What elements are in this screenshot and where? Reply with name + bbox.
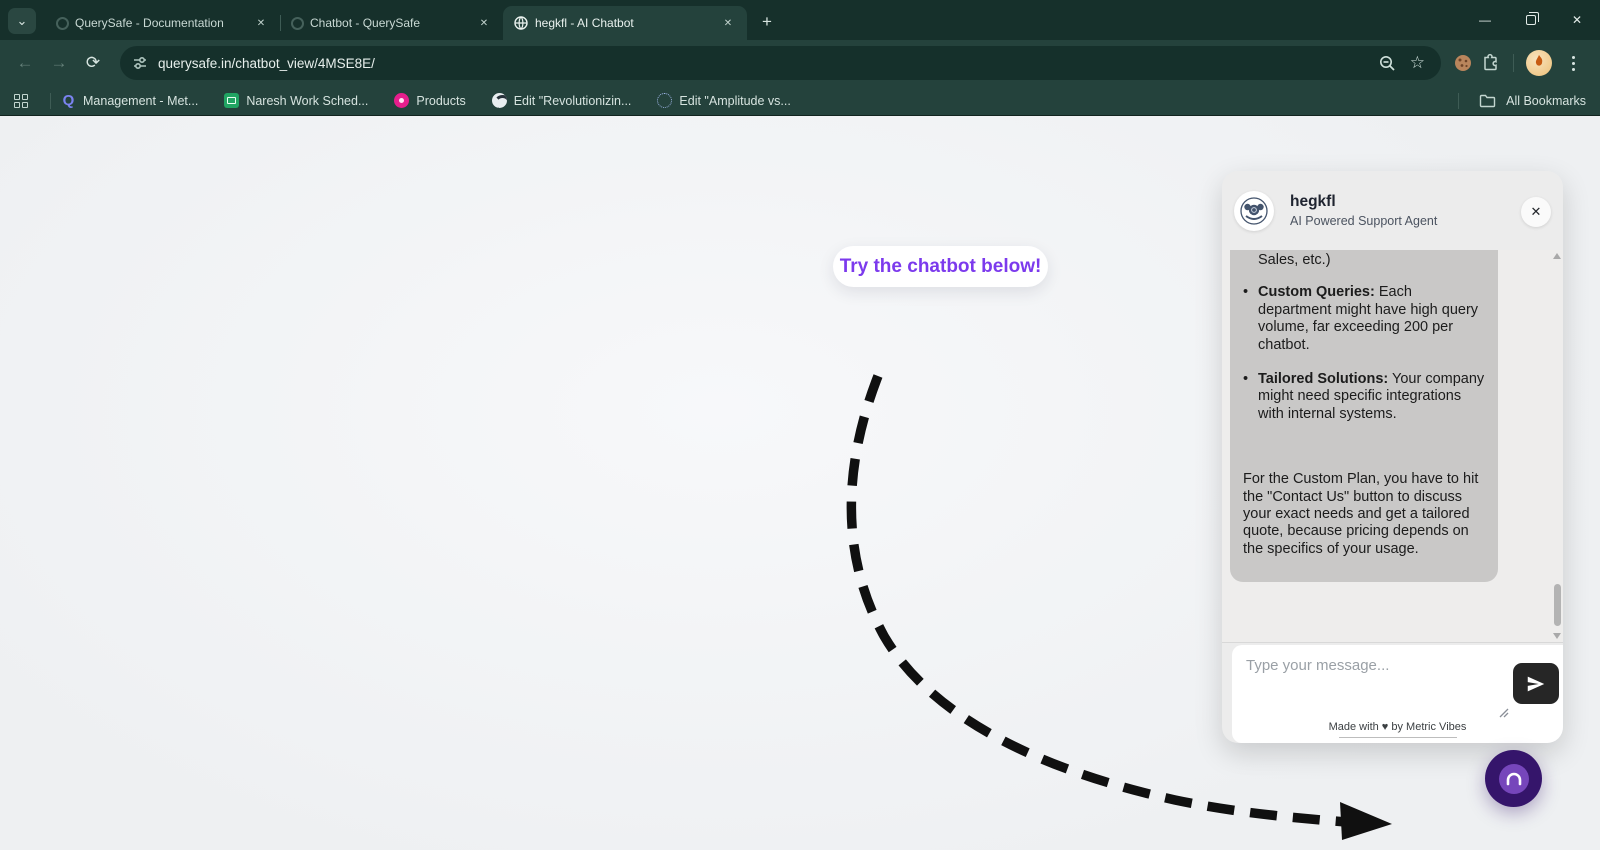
folder-icon xyxy=(1479,94,1496,108)
bullet-lead: Tailored Solutions: xyxy=(1258,370,1389,387)
browser-toolbar: ← → ⟳ querysafe.in/chatbot_view/4MSE8E/ … xyxy=(0,40,1600,86)
send-button[interactable] xyxy=(1513,663,1559,704)
back-button[interactable]: ← xyxy=(10,48,40,78)
cookie-icon[interactable] xyxy=(1453,53,1473,73)
close-tab-icon[interactable]: ✕ xyxy=(475,14,493,32)
message-bullet: Tailored Solutions: Your company might n… xyxy=(1243,371,1485,423)
apps-grid-icon[interactable] xyxy=(14,93,28,108)
tabs-container: QuerySafe - Documentation ✕ Chatbot - Qu… xyxy=(0,0,781,40)
bookmark-edit-revolutionizing[interactable]: Edit "Revolutionizin... xyxy=(491,93,632,108)
bookmarks-bar: Q Management - Met... Naresh Work Sched.… xyxy=(0,86,1600,116)
url-text[interactable]: querysafe.in/chatbot_view/4MSE8E/ xyxy=(158,56,1378,71)
bookmark-pink-icon xyxy=(394,93,410,108)
message-bullet-list: Custom Queries: Each department might ha… xyxy=(1243,284,1485,423)
robot-icon xyxy=(1240,196,1268,225)
chat-messages-area[interactable]: Sales, etc.) Custom Queries: Each depart… xyxy=(1222,250,1563,643)
forward-button[interactable]: → xyxy=(44,48,74,78)
bookmark-label: Products xyxy=(416,93,466,108)
toolbar-divider xyxy=(1513,54,1514,72)
chat-title: hegkfl xyxy=(1290,193,1336,210)
omnibox-actions: ☆ xyxy=(1378,53,1429,73)
bookmark-naresh-work-sched[interactable]: Naresh Work Sched... xyxy=(224,93,368,108)
bookmark-edit-amplitude[interactable]: Edit "Amplitude vs... xyxy=(657,93,791,108)
bookmark-label: Management - Met... xyxy=(83,93,199,108)
bookmark-dotted-icon xyxy=(657,93,673,108)
message-paragraph: For the Custom Plan, you have to hit the… xyxy=(1243,471,1479,557)
toolbar-right xyxy=(1449,50,1590,76)
tab-search-button[interactable]: ⌄ xyxy=(8,8,36,34)
scrollbar-thumb[interactable] xyxy=(1554,584,1561,626)
bookmark-management[interactable]: Q Management - Met... xyxy=(61,92,199,109)
all-bookmarks[interactable]: All Bookmarks xyxy=(1448,92,1586,109)
browser-window: ⌄ QuerySafe - Documentation ✕ Chatbot - … xyxy=(0,0,1600,850)
page-content: Try the chatbot below! hegkfl AI Powered… xyxy=(0,116,1600,850)
scroll-down-icon[interactable] xyxy=(1553,633,1561,639)
extensions-puzzle-icon[interactable] xyxy=(1481,53,1501,73)
footer-underline xyxy=(1338,737,1457,738)
callout-text: Try the chatbot below! xyxy=(839,255,1042,277)
callout-pill: Try the chatbot below! xyxy=(833,246,1048,287)
bookmarks-divider xyxy=(1458,92,1460,109)
bot-message-bubble: Sales, etc.) Custom Queries: Each depart… xyxy=(1230,250,1498,583)
tab-title: QuerySafe - Documentation xyxy=(75,16,224,30)
new-tab-button[interactable]: + xyxy=(753,8,781,36)
bookmarks-divider xyxy=(50,92,51,109)
chat-footer-text[interactable]: Made with ♥ by Metric Vibes xyxy=(1232,721,1563,733)
bookmark-label: Edit "Amplitude vs... xyxy=(679,93,791,108)
close-tab-icon[interactable]: ✕ xyxy=(252,14,270,32)
window-controls: — ✕ xyxy=(1462,0,1600,40)
bookmark-label: Edit "Revolutionizin... xyxy=(513,93,632,108)
resize-grip-icon[interactable] xyxy=(1497,705,1509,718)
chat-fab-button[interactable] xyxy=(1485,750,1542,807)
chat-input-card: Made with ♥ by Metric Vibes xyxy=(1232,645,1563,743)
tab-querysafe-documentation[interactable]: QuerySafe - Documentation ✕ xyxy=(46,6,280,40)
address-bar[interactable]: querysafe.in/chatbot_view/4MSE8E/ ☆ xyxy=(120,46,1441,80)
profile-avatar[interactable] xyxy=(1526,50,1552,76)
globe-favicon-icon xyxy=(513,15,529,31)
site-settings-icon[interactable] xyxy=(132,55,148,71)
tab-chatbot-querysafe[interactable]: Chatbot - QuerySafe ✕ xyxy=(281,6,503,40)
zoom-out-page-icon[interactable] xyxy=(1378,54,1396,72)
chat-subtitle: AI Powered Support Agent xyxy=(1290,214,1438,228)
close-tab-icon[interactable]: ✕ xyxy=(719,14,737,32)
chat-fab-inner xyxy=(1498,763,1529,794)
tab-favicon xyxy=(291,16,304,30)
all-bookmarks-label: All Bookmarks xyxy=(1506,93,1586,108)
send-icon xyxy=(1527,676,1545,691)
message-bullet: Custom Queries: Each department might ha… xyxy=(1243,284,1485,354)
bullet-lead: Custom Queries: xyxy=(1258,284,1375,301)
minimize-button[interactable]: — xyxy=(1462,0,1508,40)
tab-hegkfl-ai-chatbot[interactable]: hegkfl - AI Chatbot ✕ xyxy=(503,6,747,40)
headset-icon xyxy=(1506,772,1521,785)
tab-title: Chatbot - QuerySafe xyxy=(310,16,421,30)
message-input[interactable] xyxy=(1232,645,1508,711)
tab-favicon xyxy=(56,16,69,30)
bookmark-products[interactable]: Products xyxy=(394,93,466,108)
tab-title: hegkfl - AI Chatbot xyxy=(535,16,634,30)
messages-scrollbar[interactable] xyxy=(1552,252,1562,640)
bookmark-sheet-icon xyxy=(224,93,240,108)
scroll-up-icon[interactable] xyxy=(1553,253,1561,259)
bot-avatar xyxy=(1234,190,1274,231)
bookmark-label: Naresh Work Sched... xyxy=(246,93,369,108)
tab-strip: ⌄ QuerySafe - Documentation ✕ Chatbot - … xyxy=(0,0,1600,40)
chat-header: hegkfl AI Powered Support Agent ✕ xyxy=(1222,171,1563,250)
browser-menu-icon[interactable] xyxy=(1560,55,1586,71)
restore-button[interactable] xyxy=(1508,0,1554,40)
restore-icon xyxy=(1526,12,1539,25)
bookmark-globe-icon xyxy=(491,93,507,108)
message-fragment: Sales, etc.) xyxy=(1258,252,1331,268)
chat-widget: hegkfl AI Powered Support Agent ✕ Sales,… xyxy=(1222,171,1563,743)
chat-close-button[interactable]: ✕ xyxy=(1521,197,1551,227)
bookmark-q-icon: Q xyxy=(62,92,75,109)
close-window-button[interactable]: ✕ xyxy=(1554,0,1600,40)
bookmark-star-icon[interactable]: ☆ xyxy=(1410,53,1425,73)
chevron-down-icon: ⌄ xyxy=(16,13,28,28)
reload-button[interactable]: ⟳ xyxy=(78,48,108,78)
chat-header-text: hegkfl AI Powered Support Agent xyxy=(1290,193,1437,228)
